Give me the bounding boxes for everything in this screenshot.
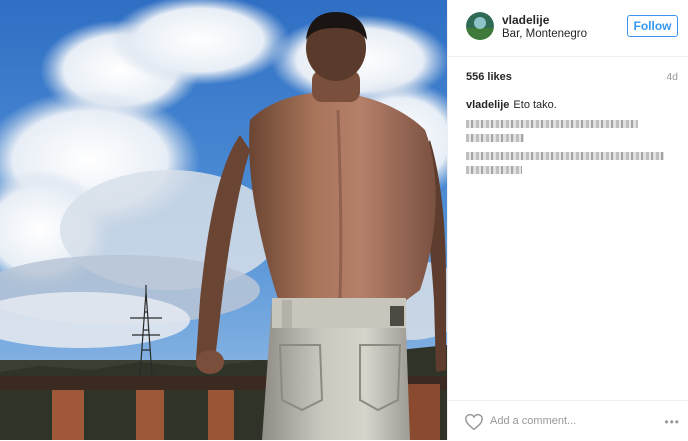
caption: vladelije Eto tako. [466,99,557,111]
post-age[interactable]: 4d [666,71,678,83]
likes-count[interactable]: 556 likes [466,71,512,83]
comment-input[interactable]: Add a comment... [490,415,576,427]
post-photo[interactable] [0,0,447,440]
avatar[interactable] [466,12,494,40]
follow-button[interactable]: Follow [627,15,678,37]
blurred-comment-text [466,134,524,142]
post-header: vladelije Bar, Montenegro Follow [448,0,688,57]
location-link[interactable]: Bar, Montenegro [502,28,587,40]
blurred-comment-text [466,152,664,160]
comment-item [466,118,661,148]
comment-item [466,150,664,180]
blurred-comment-text [466,120,638,128]
username-link[interactable]: vladelije [502,13,549,27]
caption-text: Eto tako. [513,99,557,111]
post-image [0,0,447,440]
comment-footer: Add a comment... ••• [448,400,688,441]
more-options-icon[interactable]: ••• [664,415,680,429]
post-detail-panel: vladelije Bar, Montenegro Follow 556 lik… [447,0,688,440]
caption-username[interactable]: vladelije [466,99,509,111]
avatar-image [466,12,494,40]
heart-icon[interactable] [464,413,484,431]
blurred-comment-text [466,166,522,174]
